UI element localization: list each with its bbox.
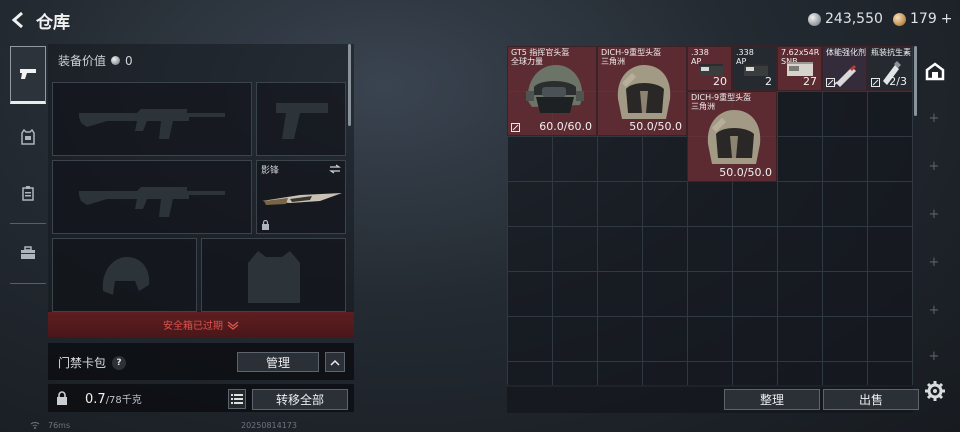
equipment-scrollbar[interactable] [348,44,351,126]
item-quantity: 2 [765,75,772,88]
storage-item-dich9-helmet[interactable]: DICH-9重型头盔 三角洲 50.0/50.0 [597,46,687,136]
item-name: 瓶装抗生素 [871,48,911,57]
sell-button[interactable]: 出售 [823,389,919,410]
silver-coin-icon [808,12,821,26]
pistol-slot[interactable] [256,82,346,156]
rifle-silhouette-icon [79,109,225,139]
durability-icon [871,78,880,87]
helmet-icon [707,110,761,164]
list-icon [231,394,243,404]
storage-item-gt5-helmet[interactable]: GT5 指挥官头盔 全球力量 60.0/60.0 [507,46,597,136]
storage-item-antibiotics[interactable]: 瓶装抗生素 2/3 [867,46,912,91]
secondary-weapon-slot[interactable] [52,160,252,234]
sort-button[interactable]: 整理 [724,389,820,410]
gold-currency[interactable]: 179 + [893,10,952,28]
equipment-value-label: 装备价值 [58,54,107,68]
helmet-silhouette-icon [102,257,150,295]
manage-button[interactable]: 管理 [237,352,319,372]
item-quantity: 2/3 [889,75,907,88]
back-arrow-icon [11,12,23,28]
helmet-slot[interactable] [52,238,197,312]
page-title: 仓库 [36,13,70,33]
add-storage-page-button[interactable]: + [926,206,942,222]
helmet-icon [526,65,584,113]
safebox-expired-banner[interactable]: 安全箱已过期 [48,312,354,337]
item-quantity: 27 [803,75,817,88]
item-durability: 50.0/50.0 [629,120,682,133]
tab-divider [10,283,46,284]
pistol-silhouette-icon [276,103,328,139]
syringe-icon [833,65,856,87]
durability-icon [511,123,520,132]
vest-silhouette-icon [248,251,300,303]
item-quantity: 20 [713,75,727,88]
carry-weight-value: 0.7 [85,392,106,407]
pistol-icon [20,69,36,79]
briefcase-icon [21,246,35,259]
item-durability: 50.0/50.0 [719,166,772,179]
lock-icon [262,220,269,230]
padlock-icon [57,390,67,405]
chevron-down-icon [227,320,239,330]
back-button[interactable] [8,10,28,30]
collapse-button[interactable] [325,352,345,372]
help-icon[interactable]: ? [112,355,127,370]
knife-icon [262,193,342,205]
melee-slot-label: 影锋 [261,166,280,176]
silver-coin-icon [111,56,121,65]
storage-item-stimulant[interactable]: 体能强化剂 [822,46,867,91]
storage-scrollbar[interactable] [914,46,917,116]
add-storage-page-button[interactable]: + [926,158,942,174]
wifi-icon [30,421,40,431]
storage-item-338-ap[interactable]: .338 AP 2 [732,46,777,91]
card-pack: 门禁卡包 ? [58,354,127,371]
add-gold-button[interactable]: + [941,11,953,27]
chevron-up-icon [330,359,340,366]
swap-icon[interactable] [329,164,341,174]
tab-toolbox[interactable] [10,224,46,282]
add-storage-page-button[interactable]: + [926,348,942,364]
warehouse-icon [925,62,945,81]
carry-weight: 0.7/78千克 [85,391,142,407]
durability-icon [826,78,835,87]
settings-gear-icon[interactable] [924,380,946,402]
tab-weapons[interactable] [10,46,46,104]
silver-amount: 243,550 [825,11,883,27]
gold-amount: 179 [910,11,937,27]
list-view-button[interactable] [228,389,246,409]
storage-item-762x54r[interactable]: 7.62x54R SNB 27 [777,46,822,91]
equipment-value-amount: 0 [125,53,133,68]
add-storage-page-button[interactable]: + [926,110,942,126]
carry-weight-max: /78千克 [105,395,142,406]
melee-slot[interactable]: 影锋 [256,160,346,234]
rifle-silhouette-icon [79,187,225,217]
vest-icon [21,129,35,145]
build-number: 20250814173 [241,421,297,430]
storage-page-1[interactable] [920,54,950,88]
gold-coin-icon [893,12,906,26]
tab-armor[interactable] [10,108,46,166]
transfer-all-button[interactable]: 转移全部 [252,389,348,410]
silver-currency: 243,550 [808,10,883,28]
safebox-expired-text: 安全箱已过期 [163,321,223,332]
body-armor-slot[interactable] [201,238,346,312]
primary-weapon-slot[interactable] [52,82,252,156]
card-pack-label: 门禁卡包 [58,356,107,370]
clipboard-icon [22,186,34,201]
storage-item-dich9-helmet[interactable]: DICH-9重型头盔 三角洲 50.0/50.0 [687,91,777,182]
add-storage-page-button[interactable]: + [926,254,942,270]
storage-item-338-ap[interactable]: .338 AP 20 [687,46,732,91]
item-durability: 60.0/60.0 [539,120,592,133]
equipment-value: 装备价值 0 [58,52,133,69]
helmet-icon [617,65,671,119]
add-storage-page-button[interactable]: + [926,302,942,318]
safebox-lock[interactable] [50,386,74,410]
tab-consumables[interactable] [10,164,46,222]
ping-text: 76ms [48,421,71,430]
item-name: 体能强化剂 [826,48,866,57]
